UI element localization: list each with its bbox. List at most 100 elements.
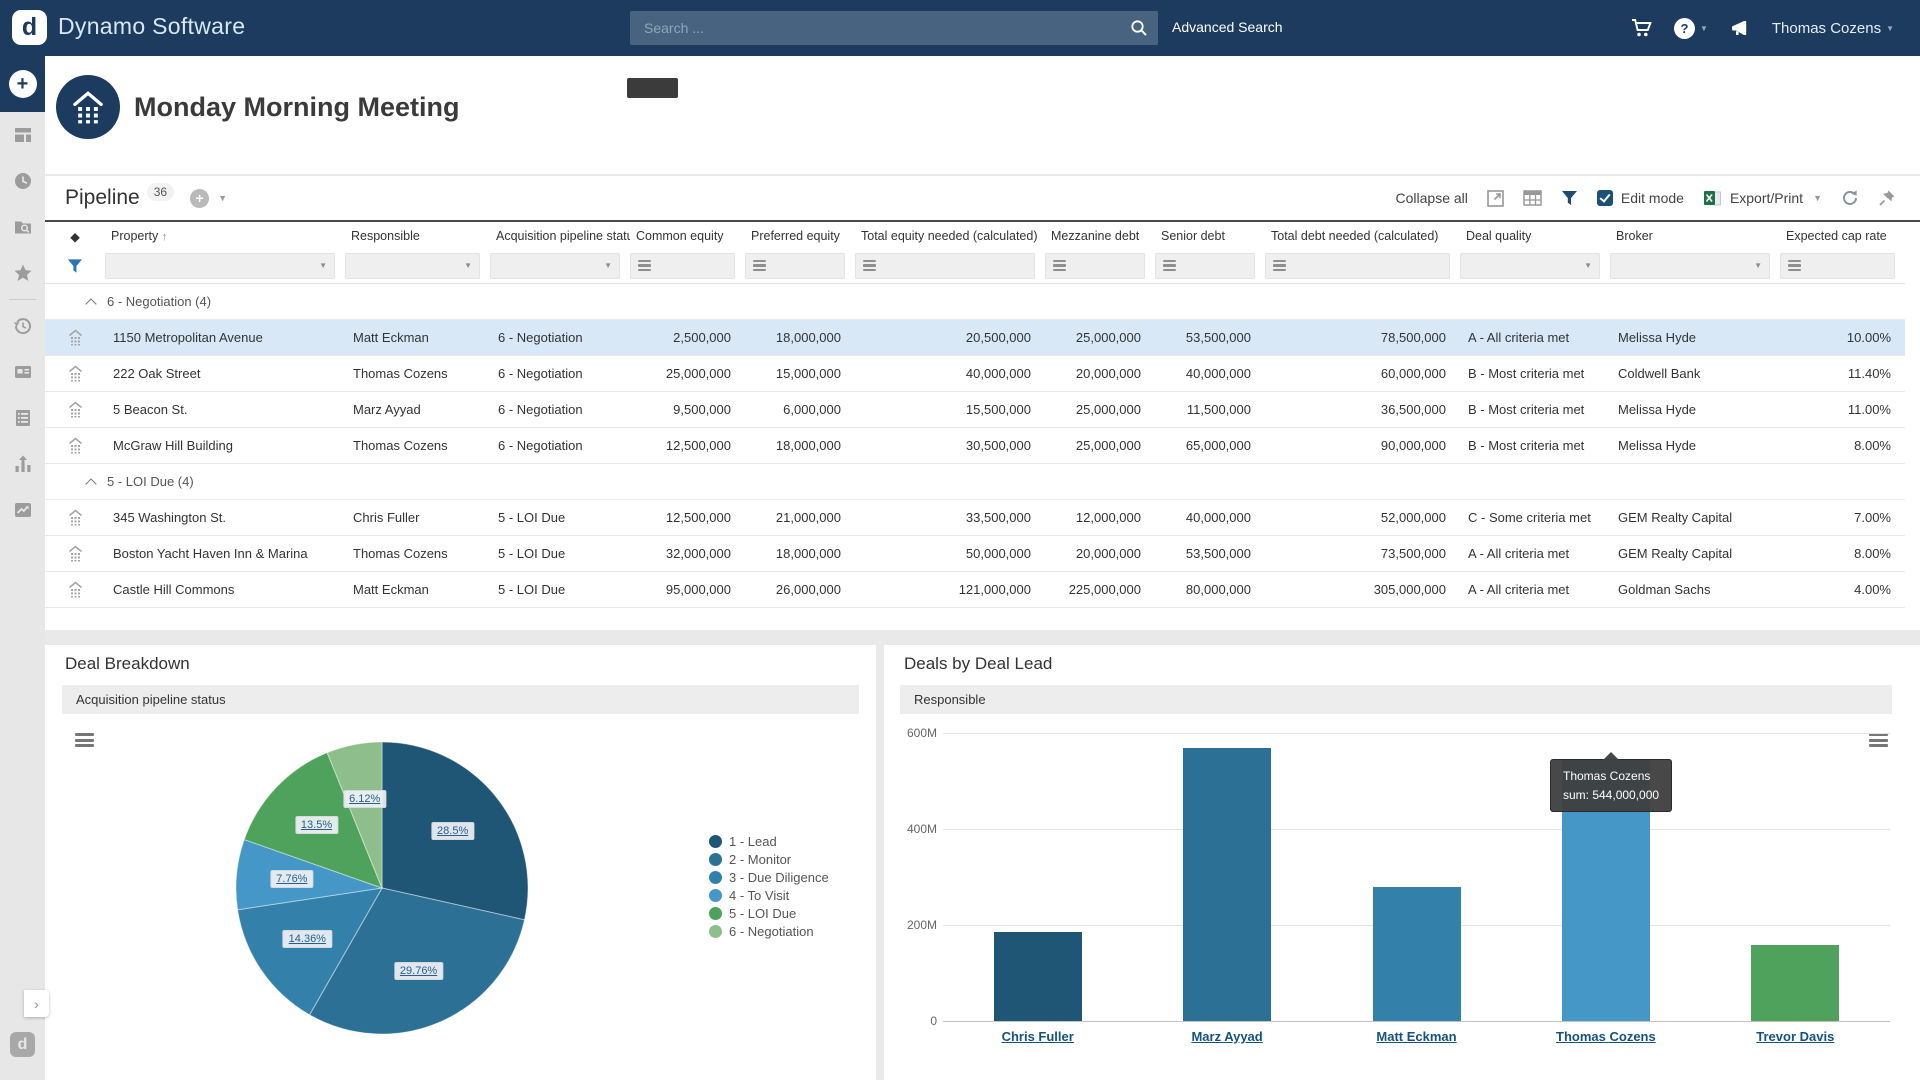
bar-chris-fuller[interactable] xyxy=(994,932,1082,1021)
column-header-responsible[interactable]: Responsible xyxy=(345,229,490,243)
legend-item[interactable]: 1 - Lead xyxy=(709,835,829,848)
table-row[interactable]: 345 Washington St.Chris Fuller5 - LOI Du… xyxy=(45,500,1905,536)
x-axis-label-link[interactable]: Thomas Cozens xyxy=(1556,1029,1656,1044)
filter-mezzanine-debt[interactable] xyxy=(1045,253,1145,279)
advanced-search-link[interactable]: Advanced Search xyxy=(1172,19,1283,35)
edit-mode-toggle[interactable]: Edit mode xyxy=(1597,190,1684,206)
bar-marz-ayyad[interactable] xyxy=(1183,748,1271,1021)
filter-total-equity[interactable] xyxy=(855,253,1035,279)
filter-button[interactable] xyxy=(1561,190,1578,206)
column-header-deal-quality[interactable]: Deal quality xyxy=(1460,229,1610,243)
filter-deal-quality[interactable]: ▼ xyxy=(1460,253,1600,279)
x-axis-label-link[interactable]: Trevor Davis xyxy=(1756,1029,1834,1044)
filter-preferred-equity[interactable] xyxy=(745,253,845,279)
filter-property[interactable]: ▼ xyxy=(105,253,335,279)
x-axis-label-link[interactable]: Marz Ayyad xyxy=(1191,1029,1262,1044)
help-menu[interactable]: ? ▼ xyxy=(1674,18,1708,39)
table-row[interactable]: 5 Beacon St.Marz Ayyad6 - Negotiation9,5… xyxy=(45,392,1905,428)
sidebar-item-analytics[interactable] xyxy=(0,487,45,533)
x-axis-label-link[interactable]: Matt Eckman xyxy=(1376,1029,1456,1044)
sidebar-item-reports[interactable] xyxy=(0,441,45,487)
x-axis-label-link[interactable]: Chris Fuller xyxy=(1002,1029,1074,1044)
sidebar-item-add[interactable]: + xyxy=(0,56,45,112)
bar-matt-eckman[interactable] xyxy=(1373,887,1461,1021)
legend-item[interactable]: 5 - LOI Due xyxy=(709,907,829,920)
sidebar-item-history[interactable] xyxy=(0,303,45,349)
chevron-down-icon[interactable]: ▼ xyxy=(218,193,227,203)
sidebar-expand-handle[interactable]: › xyxy=(24,990,49,1017)
table-row[interactable]: Boston Yacht Haven Inn & MarinaThomas Co… xyxy=(45,536,1905,572)
chart-menu-icon[interactable] xyxy=(1869,733,1888,750)
pie-slice-label[interactable]: 7.76% xyxy=(270,870,313,888)
column-header-mezzanine-debt[interactable]: Mezzanine debt xyxy=(1045,229,1155,243)
global-search[interactable] xyxy=(630,11,1158,45)
column-header-total-equity[interactable]: Total equity needed (calculated) xyxy=(855,229,1045,243)
column-header-common-equity[interactable]: Common equity xyxy=(630,229,745,243)
y-tick-label: 0 xyxy=(886,1014,937,1028)
star-icon xyxy=(13,263,33,283)
sidebar-item-contacts[interactable] xyxy=(0,349,45,395)
sidebar-item-recent[interactable] xyxy=(0,158,45,204)
table-row[interactable]: 1150 Metropolitan AvenueMatt Eckman6 - N… xyxy=(45,320,1905,356)
pie-slice-label[interactable]: 14.36% xyxy=(283,930,332,948)
pie-slice-label[interactable]: 28.5% xyxy=(431,822,474,840)
filter-row-funnel[interactable] xyxy=(45,258,105,274)
filter-responsible[interactable]: ▼ xyxy=(345,253,480,279)
filter-total-debt[interactable] xyxy=(1265,253,1450,279)
chart-menu-icon[interactable] xyxy=(75,733,94,750)
legend-item[interactable]: 6 - Negotiation xyxy=(709,925,829,938)
table-row[interactable]: 222 Oak StreetThomas Cozens6 - Negotiati… xyxy=(45,356,1905,392)
unpin-button[interactable] xyxy=(1878,189,1896,207)
cell-common-equity: 25,000,000 xyxy=(630,366,745,381)
sidebar-item-favorites[interactable] xyxy=(0,250,45,296)
search-input[interactable] xyxy=(630,11,1158,45)
export-print-button[interactable]: Export/Print ▼ xyxy=(1703,189,1822,207)
group-header-row[interactable]: 6 - Negotiation (4) xyxy=(45,284,1905,320)
building-icon xyxy=(67,437,84,454)
bar-trevor-davis[interactable] xyxy=(1751,945,1839,1021)
cart-icon[interactable] xyxy=(1630,17,1653,39)
column-header-status[interactable]: Acquisition pipeline statu xyxy=(490,229,630,243)
cell-total-equity-needed: 121,000,000 xyxy=(855,582,1045,597)
column-header-preferred-equity[interactable]: Preferred equity xyxy=(745,229,855,243)
pie-slice-label[interactable]: 6.12% xyxy=(343,790,386,808)
cell-broker: GEM Realty Capital xyxy=(1610,546,1780,561)
user-menu[interactable]: Thomas Cozens ▼ xyxy=(1772,20,1894,37)
row-marker-column-header[interactable]: ◆ xyxy=(45,229,105,244)
filter-senior-debt[interactable] xyxy=(1155,253,1255,279)
refresh-button[interactable] xyxy=(1841,189,1859,207)
cell-senior-debt: 40,000,000 xyxy=(1155,366,1265,381)
announcements-icon[interactable] xyxy=(1729,18,1751,38)
table-row[interactable]: Castle Hill CommonsMatt Eckman5 - LOI Du… xyxy=(45,572,1905,608)
group-header-row[interactable]: 5 - LOI Due (4) xyxy=(45,464,1905,500)
collapse-all-button[interactable]: Collapse all xyxy=(1396,190,1468,206)
add-record-button[interactable]: + xyxy=(190,189,209,208)
legend-item[interactable]: 4 - To Visit xyxy=(709,889,829,902)
dynamo-logo-icon[interactable]: d xyxy=(12,10,47,45)
edit-mode-checkbox[interactable] xyxy=(1597,190,1613,206)
table-row[interactable]: McGraw Hill BuildingThomas Cozens6 - Neg… xyxy=(45,428,1905,464)
filter-common-equity[interactable] xyxy=(630,253,735,279)
column-header-total-debt[interactable]: Total debt needed (calculated) xyxy=(1265,229,1460,243)
pie-slice-label[interactable]: 13.5% xyxy=(295,816,338,834)
grid-view-button[interactable] xyxy=(1523,190,1542,206)
sidebar-item-dashboard[interactable] xyxy=(0,112,45,158)
sidebar-item-notes[interactable] xyxy=(0,395,45,441)
filter-cap-rate[interactable] xyxy=(1780,253,1895,279)
sidebar-item-search-folder[interactable] xyxy=(0,204,45,250)
legend-item[interactable]: 2 - Monitor xyxy=(709,853,829,866)
chart-title: Deal Breakdown xyxy=(65,654,190,674)
search-icon[interactable] xyxy=(1129,18,1149,38)
tooltip-series-name: Thomas Cozens xyxy=(1563,767,1659,786)
column-header-property[interactable]: Property ↑ xyxy=(105,229,345,243)
column-header-broker[interactable]: Broker xyxy=(1610,229,1780,243)
filter-status[interactable]: ▼ xyxy=(490,253,620,279)
dynamo-icon[interactable]: d xyxy=(10,1032,35,1057)
column-header-senior-debt[interactable]: Senior debt xyxy=(1155,229,1265,243)
filter-broker[interactable]: ▼ xyxy=(1610,253,1770,279)
collapse-chevron-icon xyxy=(85,478,96,489)
pie-slice-label[interactable]: 29.76% xyxy=(394,962,443,980)
expand-view-button[interactable] xyxy=(1487,190,1504,207)
legend-item[interactable]: 3 - Due Diligence xyxy=(709,871,829,884)
column-header-cap-rate[interactable]: Expected cap rate xyxy=(1780,229,1905,243)
